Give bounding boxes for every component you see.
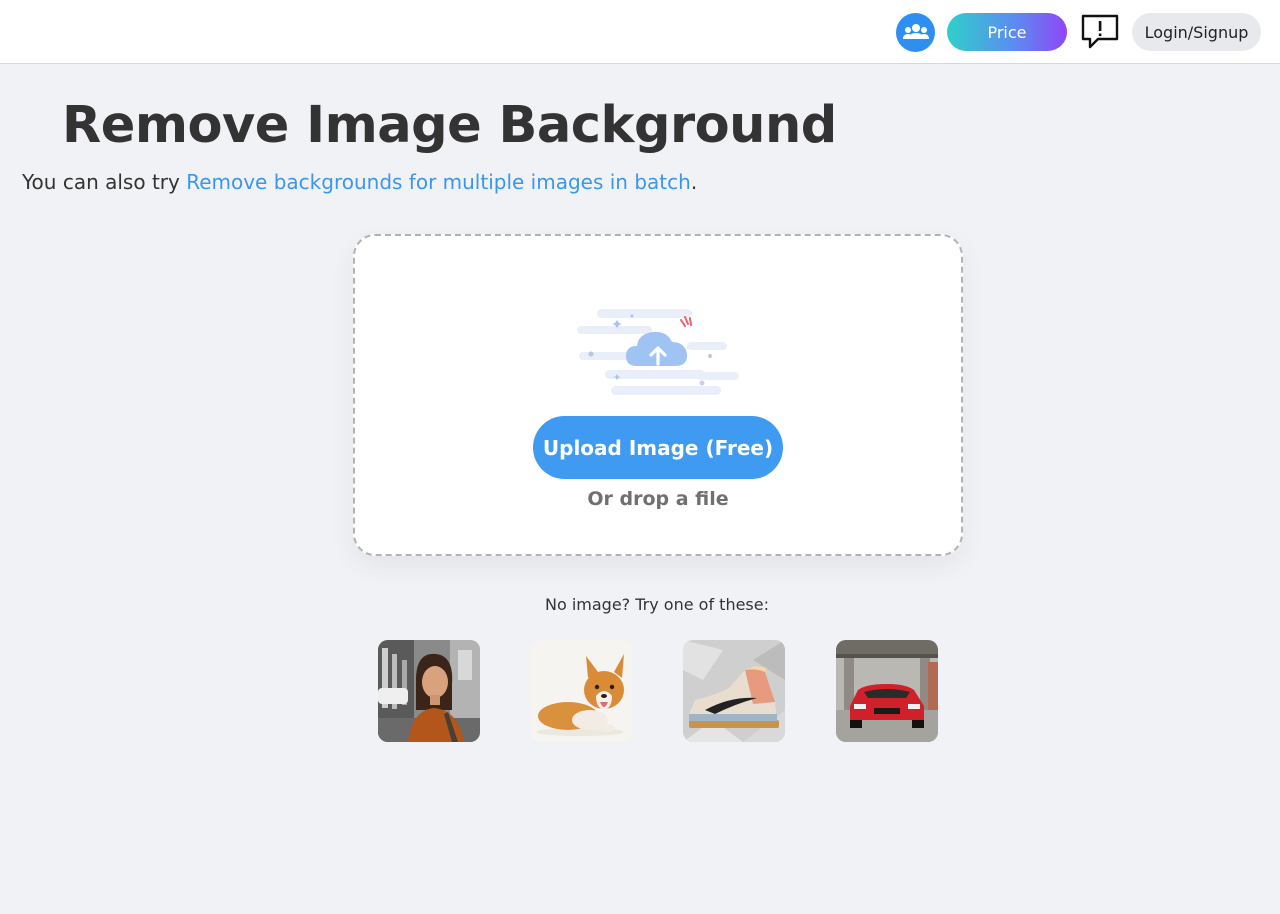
price-button[interactable]: Price	[947, 13, 1067, 51]
samples-label: No image? Try one of these:	[544, 595, 769, 614]
people-group-icon	[902, 23, 929, 39]
corgi-photo-icon	[530, 640, 632, 742]
drop-file-hint: Or drop a file	[587, 488, 729, 510]
sample-image-sneaker[interactable]	[683, 640, 785, 742]
page-title: Remove Image Background	[62, 96, 837, 155]
login-signup-label: Login/Signup	[1144, 22, 1249, 42]
subtitle: You can also try Remove backgrounds for …	[22, 170, 697, 194]
batch-remove-link[interactable]: Remove backgrounds for multiple images i…	[186, 170, 691, 194]
feedback-exclamation-icon	[1081, 14, 1119, 49]
subtitle-suffix: .	[690, 170, 698, 194]
sneaker-photo-icon	[683, 640, 785, 742]
upload-image-button-label: Upload Image (Free)	[542, 435, 774, 460]
sample-image-red-car[interactable]	[836, 640, 938, 742]
woman-photo-icon	[378, 640, 480, 742]
feedback-button[interactable]	[1080, 12, 1120, 52]
sample-image-corgi[interactable]	[530, 640, 632, 742]
price-button-label: Price	[987, 22, 1027, 42]
subtitle-prefix: You can also try	[22, 170, 187, 194]
red-car-photo-icon	[836, 640, 938, 742]
upload-image-button[interactable]: Upload Image (Free)	[533, 416, 783, 479]
cloud-upload-icon	[577, 309, 739, 395]
community-button[interactable]	[896, 13, 935, 52]
upload-drop-zone[interactable]: Upload Image (Free) Or drop a file	[353, 234, 963, 556]
top-header: Price Login/Signup	[0, 0, 1280, 64]
sample-image-woman[interactable]	[378, 640, 480, 742]
login-signup-button[interactable]: Login/Signup	[1132, 13, 1261, 51]
